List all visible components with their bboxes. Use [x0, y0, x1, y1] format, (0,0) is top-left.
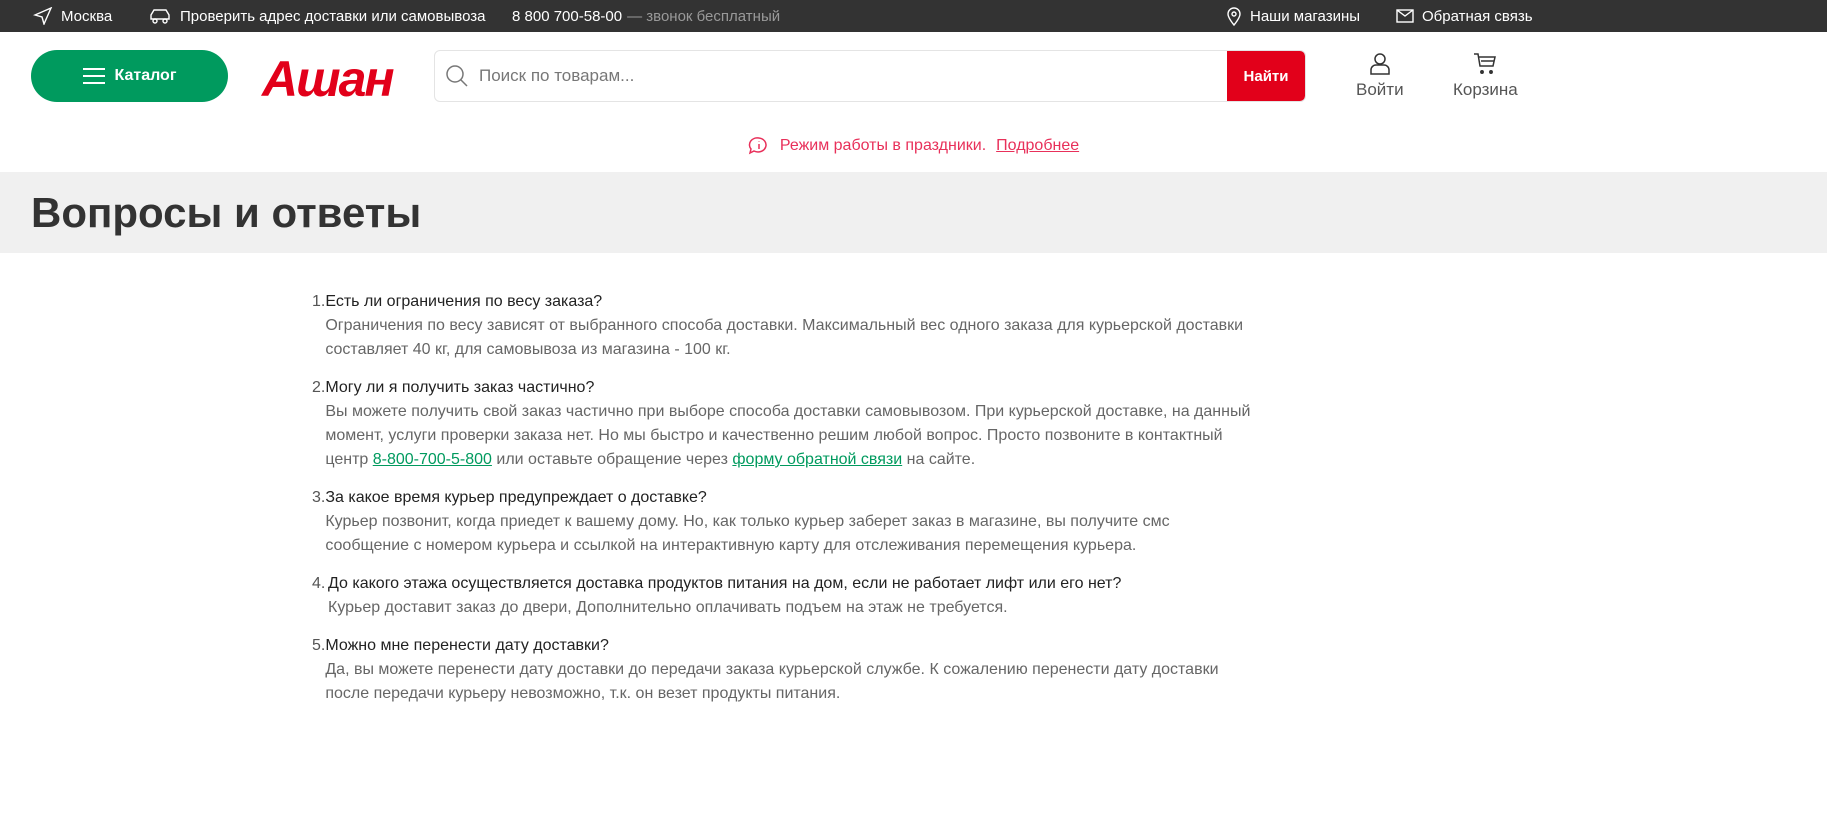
feedback-form-link[interactable]: форму обратной связи [732, 451, 902, 468]
location-arrow-icon [33, 7, 53, 25]
cart-icon [1474, 53, 1497, 74]
faq-number: 1. [312, 293, 326, 310]
faq-answer: Да, вы можете перенести дату доставки до… [325, 661, 1219, 702]
menu-icon [82, 68, 105, 84]
mail-icon [1396, 9, 1414, 23]
header: Каталог Ашан Найти Войти Корзина [0, 32, 1827, 120]
faq-question: За какое время курьер предупреждает о до… [325, 489, 707, 506]
phone-info: 8 800 700-58-00 — звонок бесплатный [512, 0, 780, 32]
car-icon [150, 9, 170, 24]
stores-label: Наши магазины [1250, 7, 1361, 25]
feedback-label: Обратная связь [1422, 7, 1533, 25]
faq-question: Можно мне перенести дату доставки? [325, 637, 609, 654]
faq-answer: Курьер позвонит, когда приедет к вашему … [325, 513, 1170, 554]
check-address-link[interactable]: Проверить адрес доставки или самовывоза [148, 0, 485, 32]
feedback-link[interactable]: Обратная связь [1396, 0, 1533, 32]
faq-answer: Ограничения по весу зависят от выбранног… [325, 317, 1244, 358]
map-pin-icon [1227, 7, 1241, 26]
cart-button[interactable]: Корзина [1453, 52, 1518, 100]
faq-question: Есть ли ограничения по весу заказа? [325, 293, 603, 310]
faq-number: 3. [312, 489, 326, 506]
city-label: Москва [61, 7, 113, 25]
auchan-logo[interactable]: Ашан [262, 51, 395, 107]
catalog-button[interactable]: Каталог [31, 50, 228, 102]
logo-text: Ашан [262, 51, 395, 107]
search-icon [446, 65, 468, 87]
faq-number: 4. [312, 575, 326, 592]
login-label: Войти [1356, 80, 1404, 99]
faq-number: 2. [312, 379, 326, 396]
faq-number: 5. [312, 637, 326, 654]
holiday-notice: Режим работы в праздники. Подробнее [0, 120, 1827, 172]
answer-text: на сайте. [902, 451, 976, 468]
cart-label: Корзина [1453, 80, 1518, 99]
contact-phone-link[interactable]: 8-800-700-5-800 [373, 451, 492, 468]
faq-answer: Курьер доставит заказ до двери, Дополнит… [328, 599, 1008, 616]
phone-note: — звонок бесплатный [627, 7, 781, 25]
answer-text: или оставьте обращение через [491, 451, 733, 468]
notice-more-link[interactable]: Подробнее [996, 137, 1079, 155]
notice-text: Режим работы в праздники. [779, 137, 987, 154]
faq-item: 2. Могу ли я получить заказ частично? Вы м… [312, 376, 1252, 472]
top-bar: Москва Проверить адрес доставки или само… [0, 0, 1827, 32]
phone-number[interactable]: 8 800 700-58-00 [512, 8, 622, 25]
faq-list: 1. Есть ли ограничения по весу заказа? Огр… [312, 290, 1252, 706]
faq-question: Могу ли я получить заказ частично? [325, 379, 595, 396]
page-title: Вопросы и ответы [31, 188, 422, 236]
search-input[interactable] [469, 66, 1227, 86]
city-selector[interactable]: Москва [33, 0, 112, 32]
info-bubble-icon [748, 137, 767, 155]
catalog-label: Каталог [114, 67, 177, 84]
stores-link[interactable]: Наши магазины [1226, 0, 1360, 32]
search-bar: Найти [434, 50, 1306, 102]
faq-item: 4. До какого этажа осуществляется доставк… [312, 572, 1252, 620]
faq-item: 1. Есть ли ограничения по весу заказа? Огр… [312, 290, 1252, 362]
title-band: Вопросы и ответы [0, 172, 1827, 253]
faq-answer: Вы можете получить свой заказ частично п… [325, 400, 1252, 472]
user-icon [1370, 53, 1390, 75]
check-address-label: Проверить адрес доставки или самовывоза [180, 7, 486, 25]
search-button[interactable]: Найти [1227, 51, 1305, 101]
login-button[interactable]: Войти [1356, 52, 1404, 100]
faq-question: До какого этажа осуществляется доставка … [328, 575, 1122, 592]
faq-item: 5. Можно мне перенести дату доставки? Да, … [312, 634, 1252, 706]
faq-item: 3. За какое время курьер предупреждает о … [312, 486, 1252, 558]
